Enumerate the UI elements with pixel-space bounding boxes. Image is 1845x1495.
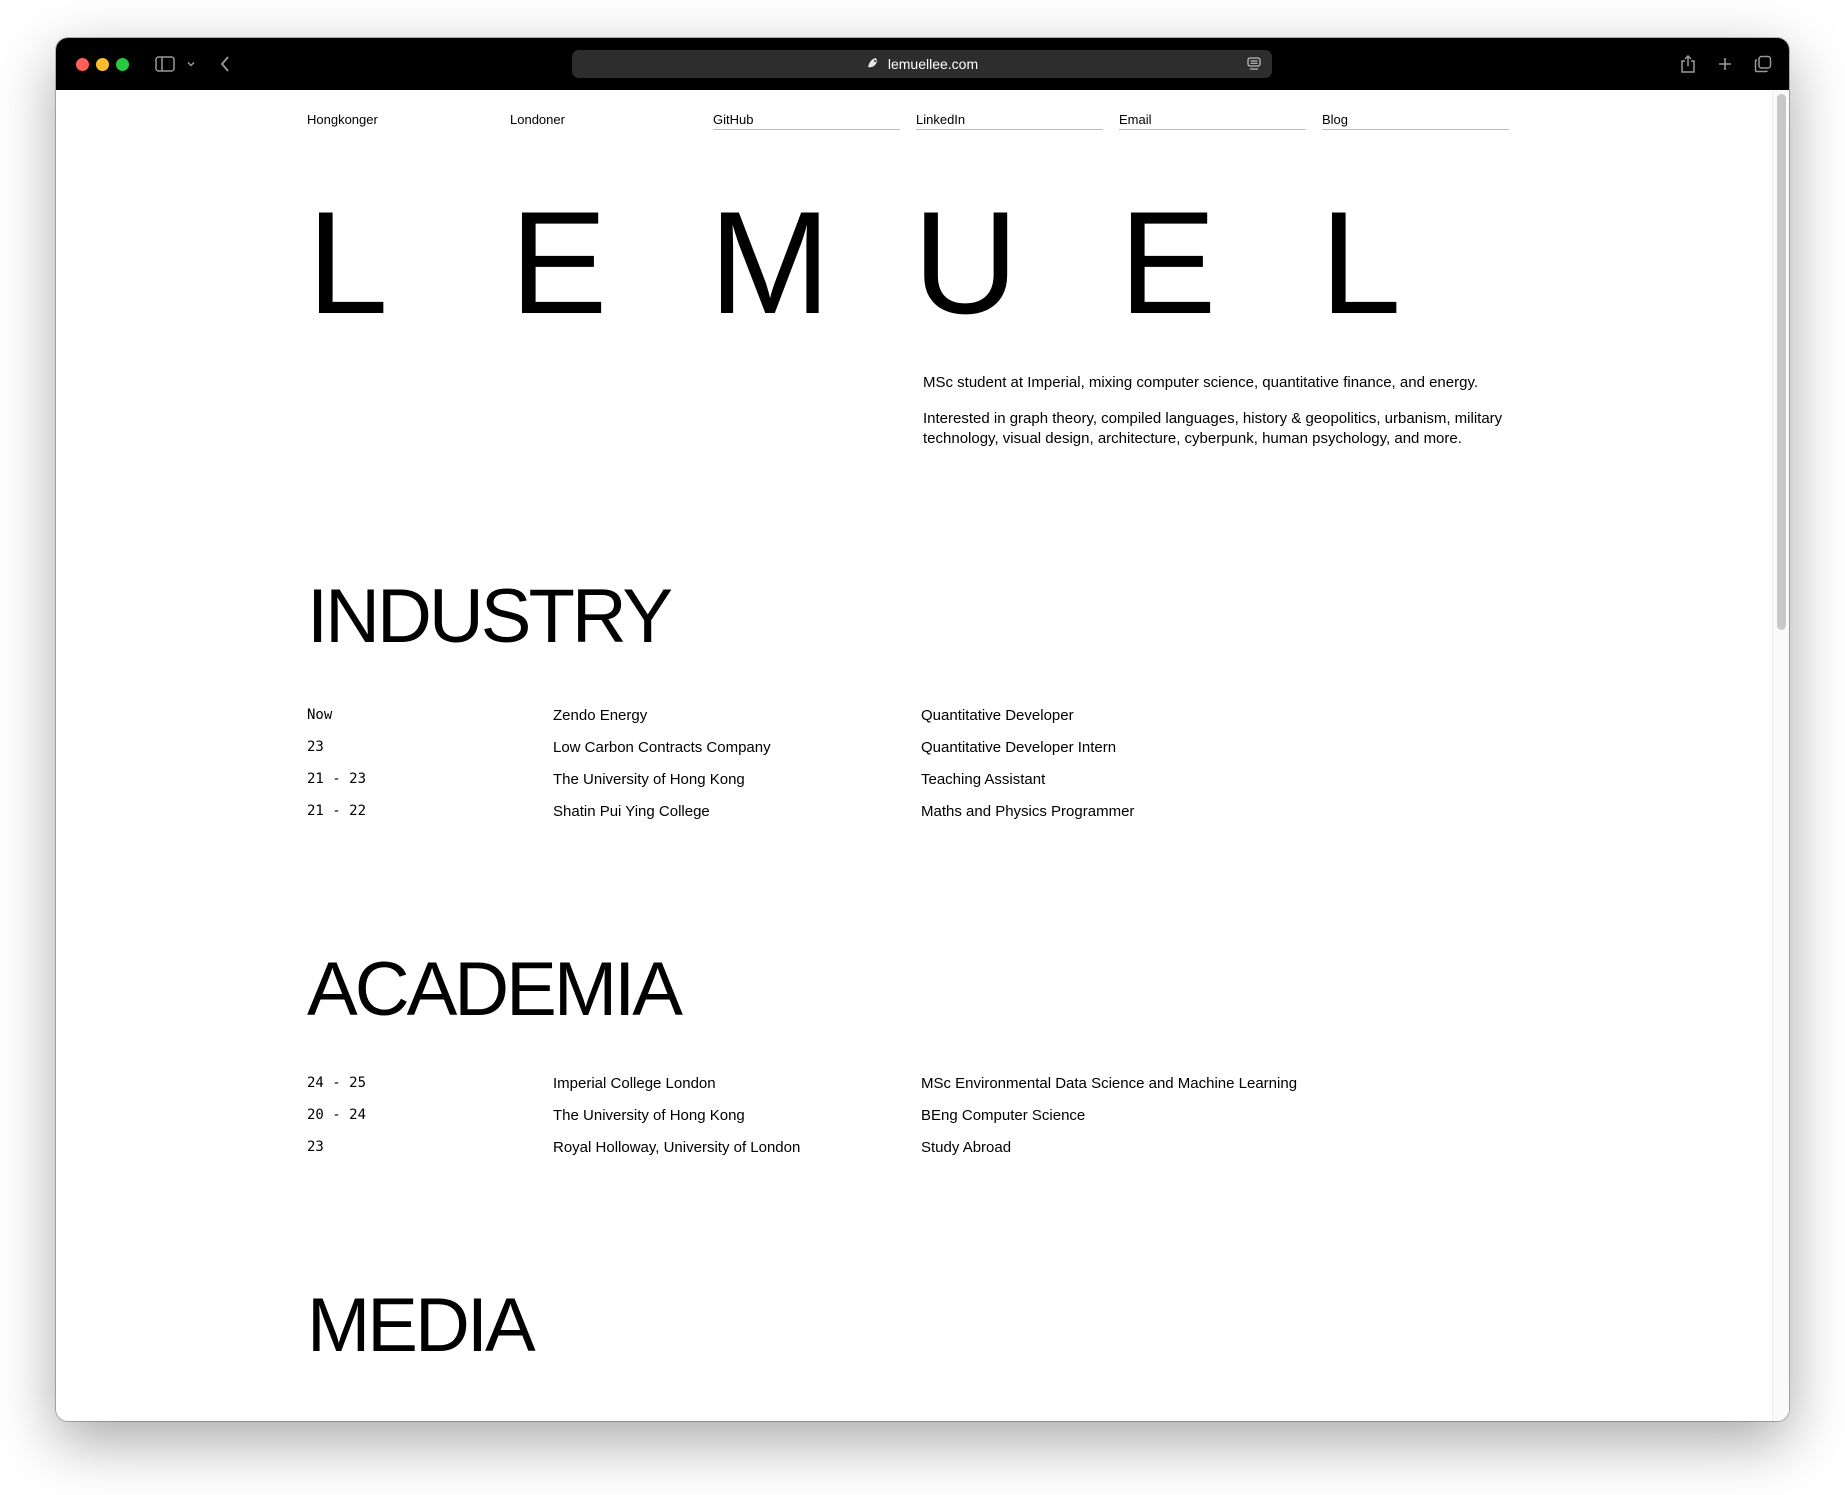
organization: Zendo Energy: [553, 707, 648, 724]
period: Now: [307, 707, 333, 723]
back-icon[interactable]: [216, 51, 234, 77]
bio-interests: Interested in graph theory, compiled lan…: [923, 410, 1503, 447]
industry-row: 21 - 23 The University of Hong Kong Teac…: [307, 771, 1407, 791]
role: Quantitative Developer Intern: [921, 739, 1117, 756]
nav-link-linkedin[interactable]: LinkedIn: [916, 112, 1103, 130]
period: 21 - 23: [307, 771, 367, 787]
role: Quantitative Developer: [921, 707, 1074, 724]
browser-toolbar: lemuellee.com: [56, 38, 1789, 90]
organization: The University of Hong Kong: [553, 1107, 745, 1124]
period: 21 - 22: [307, 803, 367, 819]
period: 24 - 25: [307, 1075, 367, 1091]
scrollbar-thumb[interactable]: [1777, 94, 1786, 630]
academia-row: 20 - 24 The University of Hong Kong BEng…: [307, 1107, 1407, 1127]
industry-row: 23 Low Carbon Contracts Company Quantita…: [307, 739, 1407, 759]
hero-letter: U: [913, 181, 1019, 344]
industry-row: 21 - 22 Shatin Pui Ying College Maths an…: [307, 803, 1407, 823]
zoom-window-button[interactable]: [116, 58, 129, 71]
nav-londoner: Londoner: [510, 112, 565, 127]
page-content: Hongkonger Londoner GitHub LinkedIn Emai…: [56, 90, 1789, 1421]
role: BEng Computer Science: [921, 1107, 1086, 1124]
hero-letter: M: [709, 181, 831, 344]
address-bar[interactable]: lemuellee.com: [572, 50, 1272, 78]
media-heading: MEDIA: [307, 1283, 536, 1368]
minimize-window-button[interactable]: [96, 58, 109, 71]
nav-link-email[interactable]: Email: [1119, 112, 1306, 130]
browser-window: lemuellee.com Hongkonger Londoner GitHub…: [56, 38, 1789, 1421]
chevron-down-icon[interactable]: [184, 51, 198, 77]
hero-letter: E: [510, 181, 608, 344]
url-text: lemuellee.com: [887, 56, 979, 72]
academia-row: 24 - 25 Imperial College London MSc Envi…: [307, 1075, 1407, 1095]
academia-heading: ACADEMIA: [307, 947, 683, 1032]
hero-letter: L: [307, 181, 389, 344]
industry-row: Now Zendo Energy Quantitative Developer: [307, 707, 1407, 727]
hero-letter: E: [1119, 181, 1217, 344]
hero-letter: L: [1320, 181, 1402, 344]
new-tab-icon[interactable]: [1715, 51, 1735, 77]
role: Maths and Physics Programmer: [921, 803, 1135, 820]
nav-hongkonger: Hongkonger: [307, 112, 378, 127]
bio-intro: MSc student at Imperial, mixing computer…: [923, 374, 1479, 391]
period: 20 - 24: [307, 1107, 367, 1123]
period: 23: [307, 739, 324, 755]
role: Study Abroad: [921, 1139, 1012, 1156]
tab-overview-icon[interactable]: [1752, 51, 1774, 77]
site-favicon-icon: [866, 56, 880, 73]
sidebar-toggle-icon[interactable]: [153, 51, 177, 77]
role: Teaching Assistant: [921, 771, 1046, 788]
close-window-button[interactable]: [76, 58, 89, 71]
reader-mode-icon[interactable]: [1246, 56, 1262, 77]
share-icon[interactable]: [1678, 51, 1698, 77]
role: MSc Environmental Data Science and Machi…: [921, 1075, 1298, 1092]
nav-link-blog[interactable]: Blog: [1322, 112, 1509, 130]
industry-heading: INDUSTRY: [307, 574, 673, 659]
academia-row: 23 Royal Holloway, University of London …: [307, 1139, 1407, 1159]
nav-link-github[interactable]: GitHub: [713, 112, 900, 130]
organization: Royal Holloway, University of London: [553, 1139, 801, 1156]
organization: Low Carbon Contracts Company: [553, 739, 771, 756]
organization: The University of Hong Kong: [553, 771, 745, 788]
period: 23: [307, 1139, 324, 1155]
organization: Imperial College London: [553, 1075, 716, 1092]
organization: Shatin Pui Ying College: [553, 803, 710, 820]
scrollbar[interactable]: [1772, 90, 1789, 1421]
